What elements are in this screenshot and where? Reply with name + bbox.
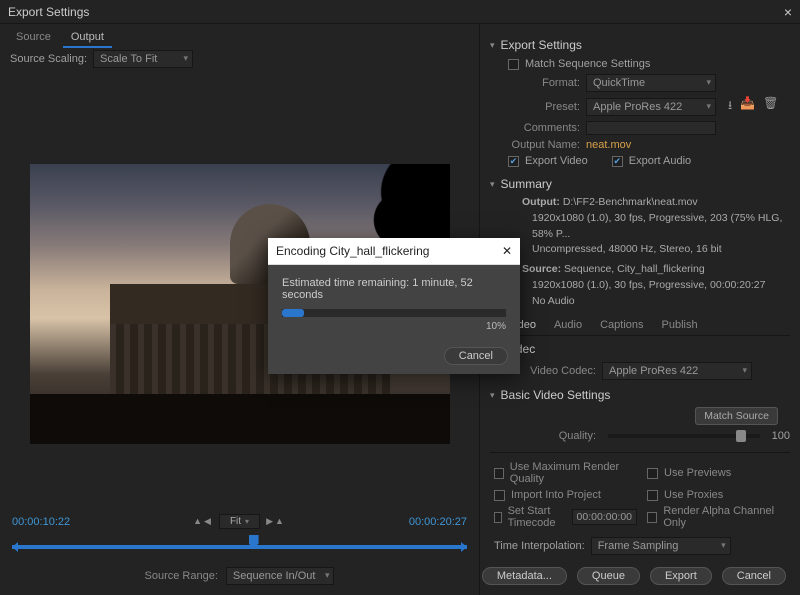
- use-previews-checkbox[interactable]: [647, 468, 658, 479]
- time-in[interactable]: 00:00:10:22: [12, 516, 70, 528]
- tab-output[interactable]: Output: [63, 28, 112, 48]
- start-timecode-value[interactable]: 00:00:00:00: [572, 509, 637, 525]
- format-dropdown[interactable]: QuickTime: [586, 74, 716, 92]
- encoding-time-remaining: Estimated time remaining: 1 minute, 52 s…: [282, 277, 506, 301]
- source-range-dropdown[interactable]: Sequence In/Out: [226, 567, 335, 585]
- match-sequence-label: Match Sequence Settings: [525, 58, 650, 70]
- summary-source-line2: 1920x1080 (1.0), 30 fps, Progressive, 00…: [522, 278, 790, 294]
- time-interp-dropdown[interactable]: Frame Sampling: [591, 537, 731, 555]
- import-project-label: Import Into Project: [511, 489, 601, 501]
- save-preset-icon[interactable]: ⭳: [728, 96, 732, 117]
- use-proxies-checkbox[interactable]: [647, 490, 658, 501]
- source-scaling-row: Source Scaling: Scale To Fit: [0, 48, 479, 70]
- alpha-only-label: Render Alpha Channel Only: [663, 505, 790, 529]
- delete-preset-icon[interactable]: 🗑: [763, 96, 778, 117]
- summary-source-label: Source:: [522, 263, 561, 275]
- fit-dropdown[interactable]: Fit: [219, 514, 260, 529]
- summary-output-path: D:\FF2-Benchmark\neat.mov: [563, 196, 698, 208]
- use-proxies-label: Use Proxies: [664, 489, 723, 501]
- basic-video-heading[interactable]: Basic Video Settings: [490, 388, 790, 402]
- max-render-checkbox[interactable]: [494, 468, 504, 479]
- timeline[interactable]: [12, 535, 467, 557]
- source-range-label: Source Range:: [145, 570, 218, 582]
- summary-output-line2: 1920x1080 (1.0), 30 fps, Progressive, 20…: [522, 211, 790, 243]
- metadata-button[interactable]: Metadata...: [482, 567, 567, 585]
- max-render-label: Use Maximum Render Quality: [510, 461, 637, 485]
- alpha-only-checkbox[interactable]: [647, 512, 657, 523]
- summary-output-line3: Uncompressed, 48000 Hz, Stereo, 16 bit: [522, 242, 790, 258]
- summary-block: Output: D:\FF2-Benchmark\neat.mov 1920x1…: [490, 195, 790, 309]
- import-preset-icon[interactable]: 📥: [740, 96, 755, 117]
- summary-heading[interactable]: Summary: [490, 177, 790, 191]
- step-fwd-icon[interactable]: ▶▲: [266, 516, 286, 527]
- video-codec-dropdown[interactable]: Apple ProRes 422: [602, 362, 752, 380]
- time-interp-label: Time Interpolation:: [494, 540, 585, 552]
- export-audio-label: Export Audio: [629, 155, 691, 167]
- preset-label: Preset:: [508, 101, 580, 113]
- timebar: 00:00:10:22 ▲◀ Fit ▶▲ 00:00:20:27: [0, 508, 479, 561]
- quality-slider[interactable]: [608, 434, 760, 438]
- outputname-label: Output Name:: [508, 139, 580, 151]
- render-options: Use Maximum Render Quality Use Previews …: [490, 457, 790, 533]
- use-previews-label: Use Previews: [664, 467, 731, 479]
- source-scaling-label: Source Scaling:: [10, 53, 87, 65]
- quality-label: Quality:: [508, 430, 596, 442]
- preset-dropdown[interactable]: Apple ProRes 422: [586, 98, 716, 116]
- preview-tabs: Source Output: [0, 24, 479, 48]
- comments-label: Comments:: [508, 122, 580, 134]
- encoding-cancel-button[interactable]: Cancel: [444, 347, 508, 365]
- encoding-progress: [282, 309, 506, 317]
- start-timecode-checkbox[interactable]: [494, 512, 502, 523]
- export-settings-heading[interactable]: Export Settings: [490, 38, 790, 52]
- window-title: Export Settings: [8, 5, 89, 19]
- summary-source-line1: Sequence, City_hall_flickering: [564, 263, 705, 275]
- subtab-publish[interactable]: Publish: [662, 319, 698, 331]
- source-range-row: Source Range: Sequence In/Out: [0, 561, 479, 595]
- titlebar: Export Settings ×: [0, 0, 800, 24]
- summary-output-label: Output:: [522, 196, 560, 208]
- cancel-button[interactable]: Cancel: [722, 567, 786, 585]
- quality-value: 100: [772, 430, 790, 442]
- close-icon[interactable]: ×: [784, 4, 792, 20]
- summary-source-line3: No Audio: [522, 294, 790, 310]
- export-video-checkbox[interactable]: [508, 156, 519, 167]
- export-audio-checkbox[interactable]: [612, 156, 623, 167]
- video-codec-label: Video Codec:: [508, 365, 596, 377]
- export-button[interactable]: Export: [650, 567, 712, 585]
- subtabs: Video Audio Captions Publish: [490, 315, 790, 336]
- dialog-close-icon[interactable]: ✕: [502, 244, 512, 258]
- outputname-link[interactable]: neat.mov: [586, 139, 631, 151]
- start-timecode-label: Set Start Timecode: [508, 505, 566, 529]
- footer-buttons: Metadata... Queue Export Cancel: [490, 557, 790, 589]
- source-scaling-dropdown[interactable]: Scale To Fit: [93, 50, 193, 68]
- encoding-percent: 10%: [282, 321, 506, 332]
- right-panel: Export Settings Match Sequence Settings …: [480, 24, 800, 595]
- subtab-audio[interactable]: Audio: [554, 319, 582, 331]
- codec-heading[interactable]: Codec: [490, 342, 790, 356]
- time-out[interactable]: 00:00:20:27: [409, 516, 467, 528]
- match-sequence-checkbox[interactable]: [508, 59, 519, 70]
- encoding-dialog: Encoding City_hall_flickering ✕ Estimate…: [268, 238, 520, 374]
- comments-input[interactable]: [586, 121, 716, 135]
- export-video-label: Export Video: [525, 155, 588, 167]
- step-back-icon[interactable]: ▲◀: [193, 516, 213, 527]
- match-source-button[interactable]: Match Source: [695, 407, 778, 425]
- tab-source[interactable]: Source: [8, 28, 59, 48]
- subtab-captions[interactable]: Captions: [600, 319, 643, 331]
- queue-button[interactable]: Queue: [577, 567, 640, 585]
- import-project-checkbox[interactable]: [494, 490, 505, 501]
- format-label: Format:: [508, 77, 580, 89]
- encoding-title: Encoding City_hall_flickering: [276, 244, 429, 258]
